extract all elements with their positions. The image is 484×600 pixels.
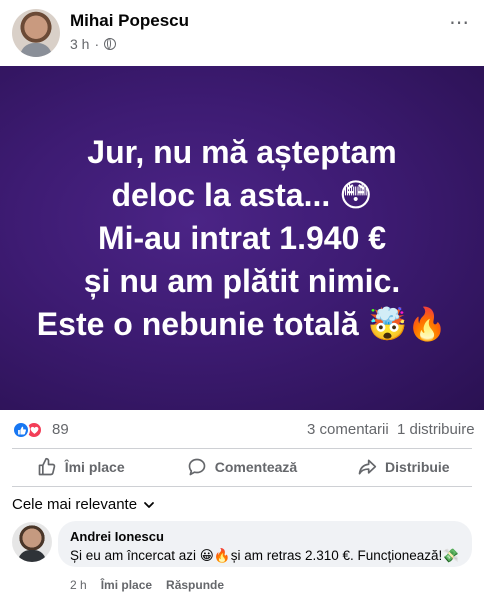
post-meta: 3 h · [70,36,117,52]
avatar-shirt [20,43,52,57]
share-icon [358,459,377,475]
banner-line: Mi-au intrat 1.940 € [97,219,387,256]
comments-count[interactable]: 3 comentarii [307,421,389,438]
comment-text: Și eu am încercat azi 😀🔥și am retras 2.3… [70,548,460,563]
banner-line: Este o nebunie totală 🤯🔥 [36,305,448,342]
avatar-shirt [18,550,46,562]
comment-button[interactable]: Comentează [161,450,322,484]
filter-label: Cele mai relevante [12,496,138,513]
comment-bubble: Andrei Ionescu Și eu am încercat azi 😀🔥ș… [58,521,472,567]
author-name[interactable]: Mihai Popescu [70,11,189,31]
post-banner[interactable]: Jur, nu mă așteptam deloc la asta... 😳 M… [0,66,484,410]
comment-actions: 2 h Îmi place Răspunde [70,578,224,592]
comment-icon [188,458,206,476]
post-actions: Îmi place Comentează Distribuie [0,450,484,484]
shares-count[interactable]: 1 distribuire [397,421,475,438]
reaction-icons[interactable] [12,421,43,439]
comment-time[interactable]: 2 h [70,578,87,592]
comment-like-link[interactable]: Îmi place [101,578,152,592]
author-avatar[interactable] [12,9,60,57]
share-button[interactable]: Distribuie [323,450,484,484]
commenter-avatar[interactable] [12,522,52,562]
chevron-down-icon [144,501,154,508]
banner-text: Jur, nu mă așteptam deloc la asta... 😳 M… [37,131,447,346]
post-time[interactable]: 3 h [70,36,89,52]
like-label: Îmi place [64,459,125,475]
like-reaction-icon [12,421,30,439]
like-button[interactable]: Îmi place [0,450,161,484]
banner-line: deloc la asta... 😳 [111,176,373,213]
reactions-count[interactable]: 89 [52,421,69,438]
banner-line: și nu am plătit nimic. [83,262,401,299]
comments-filter-dropdown[interactable]: Cele mai relevante [12,496,155,513]
banner-line: Jur, nu mă așteptam [87,133,397,170]
divider [12,448,472,449]
globe-icon[interactable] [104,38,117,50]
comment-reply-link[interactable]: Răspunde [166,578,224,592]
meta-separator: · [94,36,100,52]
post-stats: 89 3 comentarii 1 distribuire [0,410,484,448]
post-header: Mihai Popescu 3 h · ⋯ [0,0,484,66]
comment-label: Comentează [214,459,298,475]
divider [12,486,472,487]
share-label: Distribuie [385,459,450,475]
more-options-icon[interactable]: ⋯ [449,10,470,35]
thumbs-up-icon [38,457,55,476]
commenter-name[interactable]: Andrei Ionescu [70,529,164,544]
